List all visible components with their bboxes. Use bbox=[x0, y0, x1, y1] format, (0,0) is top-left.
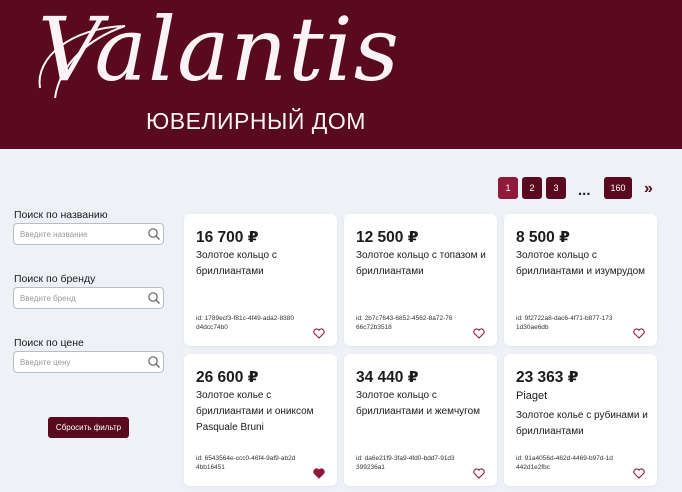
brand-search-input[interactable] bbox=[13, 287, 164, 309]
logo-wordmark[interactable]: Valantis bbox=[38, 6, 400, 94]
product-price: 34 440 ₽ bbox=[356, 369, 419, 386]
search-icon[interactable] bbox=[147, 291, 161, 305]
heart-icon[interactable] bbox=[633, 468, 645, 479]
product-brand: Piaget bbox=[516, 390, 548, 402]
chevron-right-icon: » bbox=[644, 180, 653, 197]
product-price: 23 363 ₽ bbox=[516, 369, 579, 386]
search-icon[interactable] bbox=[147, 355, 161, 369]
page-button-3[interactable]: 3 bbox=[546, 177, 566, 199]
product-card[interactable]: 26 600 ₽ Золотое колье с бриллиантами и … bbox=[184, 354, 337, 486]
name-search-input[interactable] bbox=[13, 223, 164, 245]
product-id: id: da6e21f9-3fa9-4fd0-bdd7-91d3399236a1 bbox=[356, 455, 455, 471]
product-id: id: 2b7c7643-6852-4562-8a72-7666c72b3518 bbox=[356, 315, 453, 331]
logo-subtitle: ЮВЕЛИРНЫЙ ДОМ bbox=[146, 108, 366, 134]
heart-icon[interactable] bbox=[473, 328, 485, 339]
product-card[interactable]: 8 500 ₽ Золотое кольцо с бриллиантами и … bbox=[504, 214, 657, 346]
brand-filter-label: Поиск по бренду bbox=[14, 273, 96, 285]
product-card[interactable]: 23 363 ₽ Piaget Золотое колье с рубинами… bbox=[504, 354, 657, 486]
product-id: id: 6543564e-ccc0-46f4-9af9-ab2d4bb16451 bbox=[196, 455, 296, 471]
pagination-ellipsis: ... bbox=[578, 182, 591, 199]
reset-filter-button[interactable]: Сбросить фильтр bbox=[48, 417, 129, 438]
heart-icon[interactable] bbox=[633, 328, 645, 339]
product-price: 12 500 ₽ bbox=[356, 229, 419, 246]
product-price: 26 600 ₽ bbox=[196, 369, 259, 386]
name-filter-label: Поиск по названию bbox=[14, 209, 108, 221]
product-title: Золотое кольцо с бриллиантами bbox=[196, 250, 277, 277]
heart-icon-filled[interactable] bbox=[313, 468, 325, 479]
product-price: 16 700 ₽ bbox=[196, 229, 259, 246]
product-title: Золотое кольцо с бриллиантами и жемчугом bbox=[356, 390, 481, 417]
product-title: Золотое кольцо с бриллиантами и изумрудо… bbox=[516, 250, 646, 277]
site-header: Valantis ЮВЕЛИРНЫЙ ДОМ bbox=[0, 0, 682, 149]
product-title: Золотое колье с бриллиантами и ониксом P… bbox=[196, 390, 314, 433]
product-id: id: 1789ecf3-f81c-4f49-ada2-8380d4dcc74b… bbox=[196, 315, 294, 331]
product-id: id: 91a4056d-462d-4469-b97d-1d442d1e2fbc bbox=[516, 455, 613, 471]
search-icon[interactable] bbox=[147, 227, 161, 241]
next-page-button[interactable]: » bbox=[644, 178, 653, 200]
page-button-1[interactable]: 1 bbox=[498, 177, 518, 199]
page-button-last[interactable]: 160 bbox=[604, 177, 632, 199]
price-filter-label: Поиск по цене bbox=[14, 337, 84, 349]
product-title: Золотое кольцо с топазом и бриллиантами bbox=[356, 250, 486, 277]
product-id: id: 9f2722a8-dac6-4f71-b877-1731d30ae6db bbox=[516, 315, 613, 331]
heart-icon[interactable] bbox=[473, 468, 485, 479]
price-search-input[interactable] bbox=[13, 351, 164, 373]
heart-icon[interactable] bbox=[313, 328, 325, 339]
page-button-2[interactable]: 2 bbox=[522, 177, 542, 199]
product-price: 8 500 ₽ bbox=[516, 229, 570, 246]
product-card[interactable]: 16 700 ₽ Золотое кольцо с бриллиантами i… bbox=[184, 214, 337, 346]
product-title: Золотое колье с рубинами и бриллиантами bbox=[516, 410, 648, 437]
product-card[interactable]: 12 500 ₽ Золотое кольцо с топазом и брил… bbox=[344, 214, 497, 346]
product-card[interactable]: 34 440 ₽ Золотое кольцо с бриллиантами и… bbox=[344, 354, 497, 486]
